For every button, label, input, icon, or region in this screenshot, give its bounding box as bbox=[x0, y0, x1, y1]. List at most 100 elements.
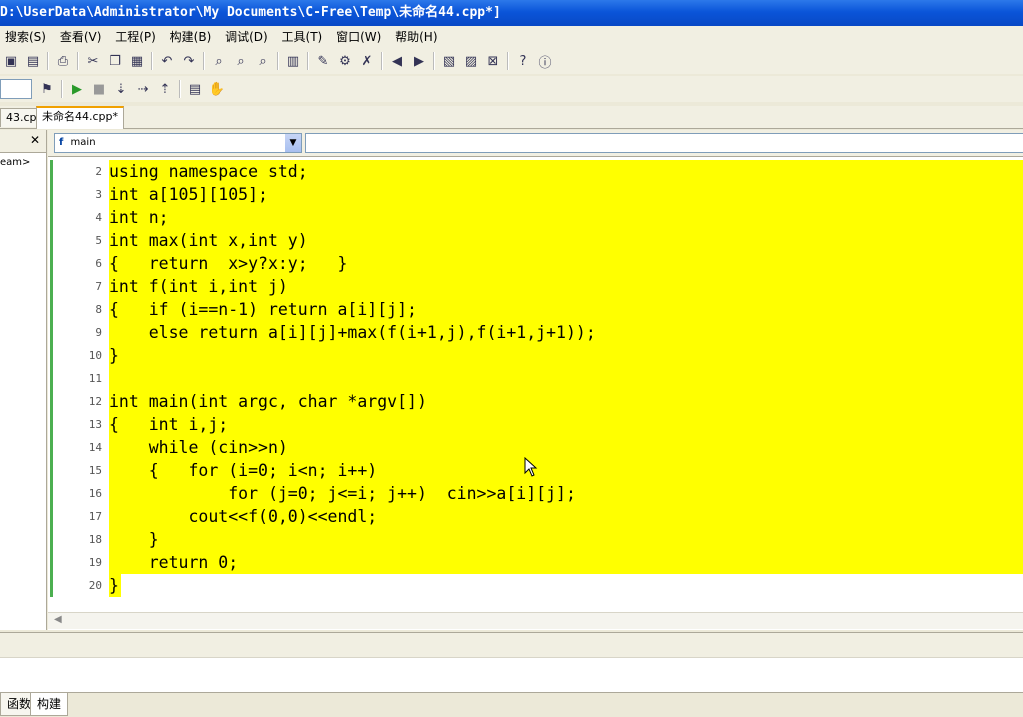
code-text[interactable]: return 0; bbox=[109, 551, 1023, 574]
code-text[interactable]: } bbox=[109, 574, 1023, 597]
line-gutter: 9 bbox=[48, 321, 106, 344]
toolbar-separator bbox=[307, 52, 309, 70]
paste-icon[interactable]: ▦ bbox=[127, 51, 147, 71]
step-over-icon[interactable]: ⇢ bbox=[133, 79, 153, 99]
menu-help[interactable]: 帮助(H) bbox=[390, 26, 442, 48]
info-icon[interactable]: ⓘ bbox=[535, 51, 555, 71]
code-area[interactable]: 2 using namespace std; 3 int a[105][105]; … bbox=[48, 160, 1023, 597]
export-icon[interactable]: ▨ bbox=[461, 51, 481, 71]
member-select[interactable] bbox=[305, 133, 1023, 153]
code-text[interactable]: while (cin>>n) bbox=[109, 436, 1023, 459]
code-text[interactable]: { for (i=0; i<n; i++) bbox=[109, 459, 1023, 482]
menu-tools[interactable]: 工具(T) bbox=[277, 26, 328, 48]
cut-icon[interactable]: ✂ bbox=[83, 51, 103, 71]
code-text[interactable]: else return a[i][j]+max(f(i+1,j),f(i+1,j… bbox=[109, 321, 1023, 344]
line-number: 5 bbox=[95, 234, 102, 247]
toolbar-separator bbox=[179, 80, 181, 98]
file-tabs: 43.cpp 未命名44.cpp* bbox=[0, 106, 1023, 129]
close-file-icon[interactable]: ⊠ bbox=[483, 51, 503, 71]
code-text[interactable]: } bbox=[109, 344, 1023, 367]
change-marker bbox=[50, 574, 53, 597]
code-line: 8 { if (i==n-1) return a[i][j]; bbox=[48, 298, 1023, 321]
back-icon[interactable]: ◀ bbox=[387, 51, 407, 71]
line-gutter: 8 bbox=[48, 298, 106, 321]
redo-icon[interactable]: ↷ bbox=[179, 51, 199, 71]
menu-bar: 搜索(S) 查看(V) 工程(P) 构建(B) 调试(D) 工具(T) 窗口(W… bbox=[0, 26, 1023, 48]
line-number: 15 bbox=[88, 464, 102, 477]
bookmark-icon[interactable]: ▥ bbox=[283, 51, 303, 71]
change-marker bbox=[50, 551, 53, 574]
debug-mode-icon[interactable]: ⚑ bbox=[37, 79, 57, 99]
change-marker bbox=[50, 275, 53, 298]
help-icon[interactable]: ? bbox=[513, 51, 533, 71]
line-gutter: 15 bbox=[48, 459, 106, 482]
function-select[interactable]: f main ▼ bbox=[54, 133, 302, 153]
code-editor[interactable]: f main ▼ 2 using namespace std; 3 int a[10… bbox=[48, 130, 1023, 630]
tree-item[interactable]: eam> bbox=[0, 157, 46, 168]
watch-icon[interactable]: ▤ bbox=[185, 79, 205, 99]
project-icon[interactable]: ▧ bbox=[439, 51, 459, 71]
stop-icon[interactable]: ■ bbox=[89, 79, 109, 99]
forward-icon[interactable]: ▶ bbox=[409, 51, 429, 71]
undo-icon[interactable]: ↶ bbox=[157, 51, 177, 71]
code-text[interactable]: int n; bbox=[109, 206, 1023, 229]
line-gutter: 17 bbox=[48, 505, 106, 528]
find-icon[interactable]: ⌕ bbox=[209, 51, 229, 71]
code-text[interactable]: { return x>y?x:y; } bbox=[109, 252, 1023, 275]
code-text[interactable]: { if (i==n-1) return a[i][j]; bbox=[109, 298, 1023, 321]
save-all-icon[interactable]: ▤ bbox=[23, 51, 43, 71]
scroll-left-icon[interactable]: ◀ bbox=[54, 614, 62, 625]
code-text[interactable]: using namespace std; bbox=[109, 160, 1023, 183]
code-line: 13 { int i,j; bbox=[48, 413, 1023, 436]
compile-icon[interactable]: ✎ bbox=[313, 51, 333, 71]
build-icon[interactable]: ⚙ bbox=[335, 51, 355, 71]
code-line: 18 } bbox=[48, 528, 1023, 551]
toolbar-separator bbox=[47, 52, 49, 70]
run-icon[interactable]: ▶ bbox=[67, 79, 87, 99]
change-marker bbox=[50, 367, 53, 390]
menu-view[interactable]: 查看(V) bbox=[55, 26, 107, 48]
code-text[interactable]: int main(int argc, char *argv[]) bbox=[109, 390, 1023, 413]
menu-debug[interactable]: 调试(D) bbox=[220, 26, 273, 48]
hand-icon[interactable]: ✋ bbox=[207, 79, 227, 99]
code-text[interactable]: cout<<f(0,0)<<endl; bbox=[109, 505, 1023, 528]
toolbar-separator bbox=[203, 52, 205, 70]
menu-window[interactable]: 窗口(W) bbox=[331, 26, 386, 48]
print-icon[interactable]: ⎙ bbox=[53, 51, 73, 71]
change-marker bbox=[50, 528, 53, 551]
change-marker bbox=[50, 505, 53, 528]
code-line: 6 { return x>y?x:y; } bbox=[48, 252, 1023, 275]
step-into-icon[interactable]: ⇣ bbox=[111, 79, 131, 99]
step-out-icon[interactable]: ⇡ bbox=[155, 79, 175, 99]
tab-build[interactable]: 构建 bbox=[30, 693, 69, 716]
code-text[interactable]: int f(int i,int j) bbox=[109, 275, 1023, 298]
code-text[interactable] bbox=[109, 367, 1023, 390]
save-icon[interactable]: ▣ bbox=[1, 51, 21, 71]
change-marker bbox=[50, 183, 53, 206]
change-marker bbox=[50, 298, 53, 321]
line-gutter: 10 bbox=[48, 344, 106, 367]
code-text[interactable]: int max(int x,int y) bbox=[109, 229, 1023, 252]
code-text[interactable]: { int i,j; bbox=[109, 413, 1023, 436]
tab-untitled-44-cpp[interactable]: 未命名44.cpp* bbox=[36, 106, 125, 129]
line-gutter: 12 bbox=[48, 390, 106, 413]
chevron-down-icon[interactable]: ▼ bbox=[285, 134, 301, 152]
menu-build[interactable]: 构建(B) bbox=[165, 26, 217, 48]
line-number: 13 bbox=[88, 418, 102, 431]
copy-icon[interactable]: ❐ bbox=[105, 51, 125, 71]
horizontal-scrollbar[interactable]: ◀ bbox=[48, 612, 1023, 629]
code-line: 7 int f(int i,int j) bbox=[48, 275, 1023, 298]
code-text[interactable]: } bbox=[109, 528, 1023, 551]
main-toolbar: ▣ ▤ ⎙ ✂ ❐ ▦ ↶ ↷ ⌕ ⌕ ⌕ ▥ ✎ ⚙ ✗ ◀ ▶ ▧ ▨ ⊠ … bbox=[0, 48, 1023, 74]
code-text[interactable]: for (j=0; j<=i; j++) cin>>a[i][j]; bbox=[109, 482, 1023, 505]
stop-build-icon[interactable]: ✗ bbox=[357, 51, 377, 71]
find-next-icon[interactable]: ⌕ bbox=[231, 51, 251, 71]
code-line: 4 int n; bbox=[48, 206, 1023, 229]
config-select[interactable] bbox=[0, 79, 32, 99]
line-gutter: 2 bbox=[48, 160, 106, 183]
code-text[interactable]: int a[105][105]; bbox=[109, 183, 1023, 206]
menu-search[interactable]: 搜索(S) bbox=[0, 26, 51, 48]
find-prev-icon[interactable]: ⌕ bbox=[253, 51, 273, 71]
close-icon[interactable]: ✕ bbox=[30, 133, 40, 147]
menu-project[interactable]: 工程(P) bbox=[110, 26, 161, 48]
